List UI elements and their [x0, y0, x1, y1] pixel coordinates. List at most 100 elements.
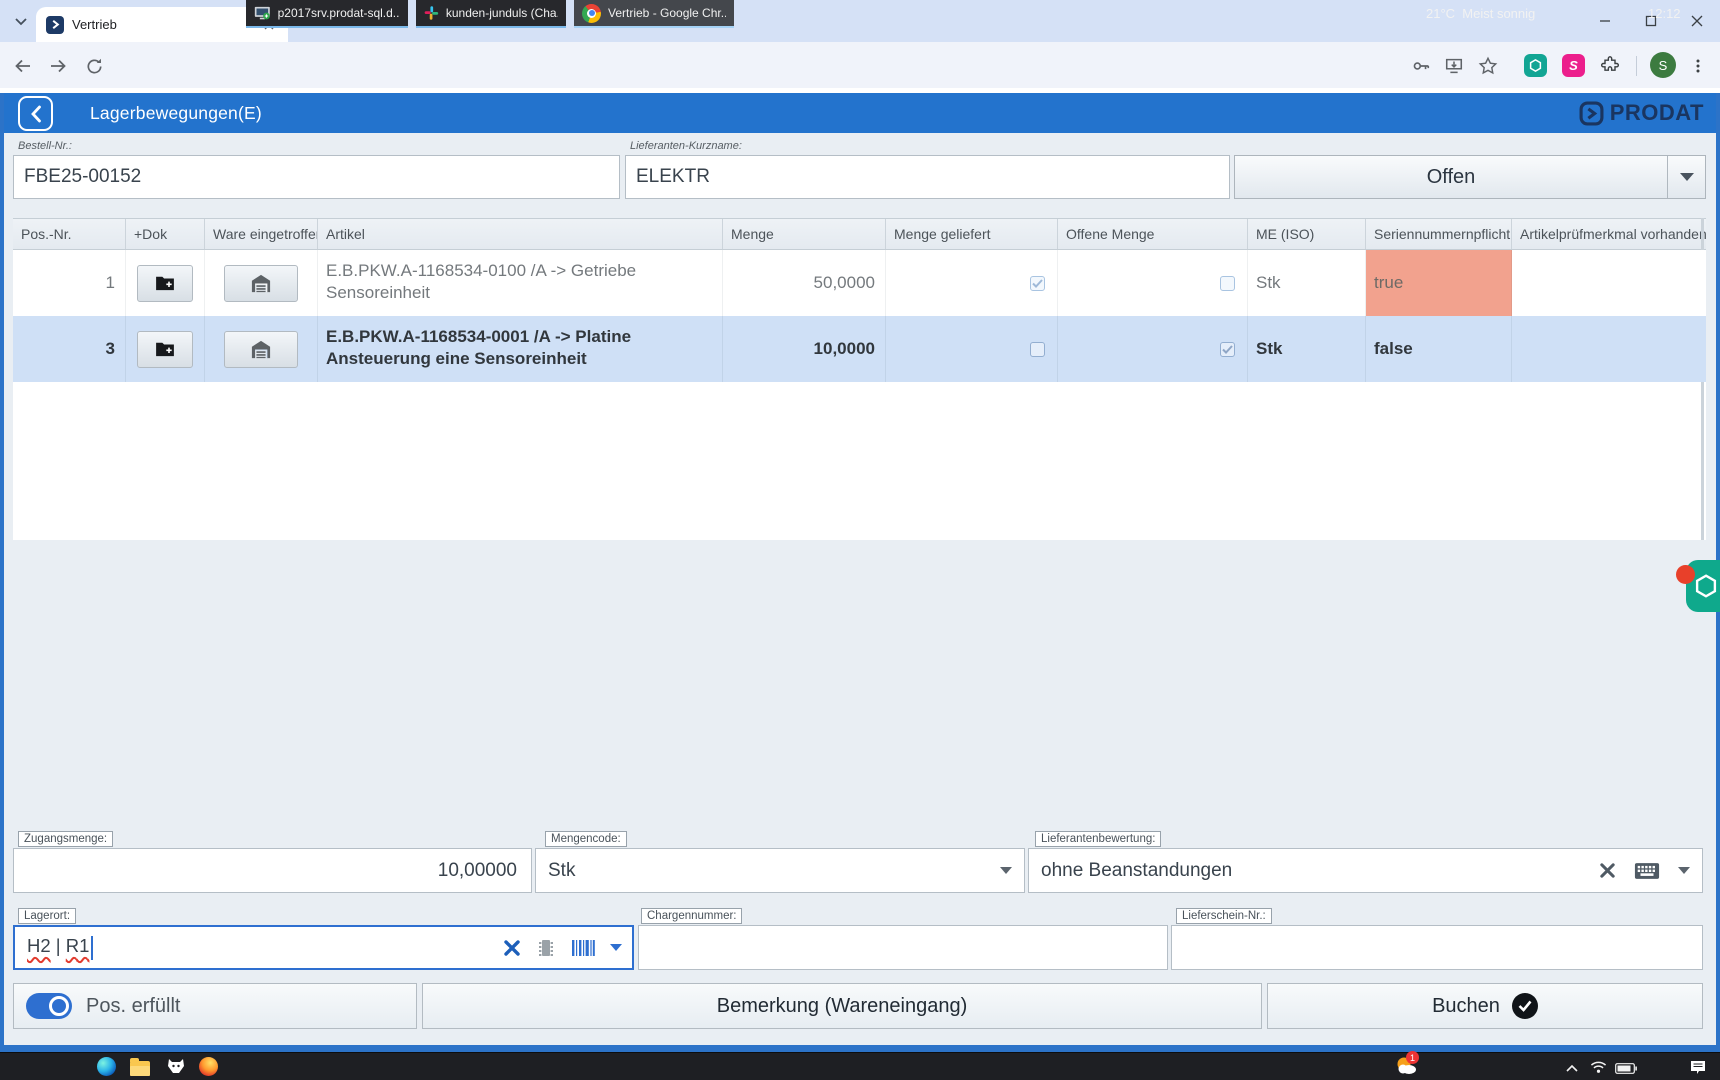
clear-icon[interactable]	[1599, 862, 1616, 879]
lieferantenbewertung-combo[interactable]: ohne Beanstandungen	[1028, 848, 1703, 893]
weather-condition: Meist sonnig	[1462, 6, 1535, 21]
buchen-button[interactable]: Buchen	[1267, 983, 1703, 1029]
lagerort-input[interactable]: H2 | R1	[13, 925, 634, 970]
profile-avatar[interactable]: S	[1650, 52, 1676, 78]
temperature: 21°C	[1426, 6, 1455, 21]
mengencode-select[interactable]: Stk	[535, 848, 1025, 893]
minimize-icon[interactable]	[1582, 0, 1628, 42]
bewertung-arrow-icon[interactable]	[1678, 867, 1690, 874]
folder-plus-icon	[155, 341, 175, 357]
keyboard-icon[interactable]	[1634, 862, 1660, 880]
cell-menge: 50,0000	[723, 250, 886, 316]
bemerkung-label: Bemerkung (Wareneingang)	[717, 995, 968, 1018]
cell-offene-menge	[1058, 316, 1248, 382]
password-key-icon[interactable]	[1410, 55, 1432, 77]
lieferschein-input[interactable]	[1171, 925, 1703, 970]
bestell-nr-label: Bestell-Nr.:	[18, 140, 72, 152]
action-center-icon[interactable]	[1688, 1057, 1708, 1077]
clock[interactable]: 12:12	[1648, 0, 1681, 28]
status-value[interactable]: Offen	[1235, 156, 1667, 198]
menu-kebab-icon[interactable]	[1687, 55, 1709, 77]
lagerort-arrow-icon[interactable]	[610, 944, 622, 951]
artikel-line1: E.B.PKW.A-1168534-0001 /A -> Platine	[326, 326, 714, 348]
check-circle-icon	[1512, 993, 1538, 1019]
taskbar-window-chrome[interactable]: Vertrieb - Google Chr...	[574, 0, 734, 28]
extension-pink-icon[interactable]: S	[1562, 54, 1585, 77]
firefox-icon[interactable]	[198, 1056, 218, 1076]
install-app-icon[interactable]	[1443, 55, 1465, 77]
weather-badge: 1	[1406, 1051, 1419, 1064]
bemerkung-button[interactable]: Bemerkung (Wareneingang)	[422, 983, 1262, 1029]
mengencode-arrow-icon[interactable]	[1000, 867, 1012, 874]
text-caret	[91, 936, 93, 960]
extension-pink-letter: S	[1569, 58, 1578, 73]
forward-icon[interactable]	[45, 53, 71, 79]
col-artikel: Artikel	[318, 219, 723, 249]
wifi-icon[interactable]	[1588, 1057, 1608, 1077]
tab-search-icon[interactable]	[8, 9, 34, 35]
taskbar-window-rdp[interactable]: p2017srv.prodat-sql.d...	[246, 0, 408, 28]
chip-icon[interactable]	[536, 937, 556, 959]
battery-icon[interactable]	[1614, 1058, 1638, 1078]
lieferschein-label: Lieferschein-Nr.:	[1176, 908, 1272, 924]
ware-eingetroffen-button[interactable]	[224, 331, 298, 368]
tab-title: Vertrieb	[72, 17, 252, 32]
windows-taskbar	[0, 1052, 1720, 1080]
pos-erfuellt-toggle[interactable]	[26, 993, 72, 1019]
chargennummer-input[interactable]	[638, 925, 1168, 970]
menge-geliefert-checkbox[interactable]	[1030, 342, 1045, 357]
warehouse-icon	[250, 339, 272, 359]
chevron-left-icon	[29, 105, 43, 123]
close-icon[interactable]	[1674, 0, 1720, 42]
reload-icon[interactable]	[81, 53, 107, 79]
zugangsmenge-label: Zugangsmenge:	[18, 831, 113, 847]
add-document-button[interactable]	[137, 331, 193, 368]
avatar-initial: S	[1659, 58, 1668, 73]
extensions-puzzle-icon[interactable]	[1599, 55, 1621, 77]
status-dropdown-arrow-icon[interactable]	[1667, 156, 1705, 198]
zugangsmenge-input[interactable]: 10,00000	[13, 848, 532, 893]
lieferantenbewertung-label: Lieferantenbewertung:	[1035, 831, 1161, 847]
edge-icon[interactable]	[96, 1056, 116, 1076]
table-row[interactable]: 1 E.B.PKW.A-1168534-0100 /A -> Getriebe …	[13, 250, 1706, 316]
taskbar-window-slack[interactable]: kunden-junduls (Cha...	[416, 0, 566, 28]
app-back-button[interactable]	[18, 96, 53, 131]
prodat-logo: PRODAT	[1579, 100, 1704, 126]
menge-geliefert-checkbox[interactable]	[1030, 276, 1045, 291]
bestell-nr-input[interactable]: FBE25-00152	[13, 155, 620, 199]
table-row-selected[interactable]: 3 E.B.PKW.A-1168534-0001 /A -> Platine A…	[13, 316, 1706, 382]
cell-ware	[205, 316, 318, 382]
extension-teal-icon[interactable]	[1524, 54, 1547, 77]
cell-artikel: E.B.PKW.A-1168534-0001 /A -> Platine Ans…	[318, 316, 723, 382]
ware-eingetroffen-button[interactable]	[224, 265, 298, 302]
taskbar-window-label: kunden-junduls (Cha...	[446, 6, 558, 20]
lieferant-label: Lieferanten-Kurzname:	[630, 140, 742, 152]
white-animal-icon[interactable]	[166, 1056, 186, 1076]
chargennummer-label: Chargennummer:	[641, 908, 742, 924]
col-dok: +Dok	[126, 219, 205, 249]
cell-menge: 10,0000	[723, 316, 886, 382]
status-dropdown[interactable]: Offen	[1234, 155, 1706, 199]
artikel-line2: Ansteuerung eine Sensoreinheit	[326, 348, 714, 370]
bestell-nr-value: FBE25-00152	[14, 166, 141, 188]
tray-weather-text[interactable]: 21°C Meist sonnig	[1426, 0, 1535, 28]
warehouse-icon	[250, 273, 272, 293]
file-explorer-icon[interactable]	[130, 1058, 150, 1078]
col-seriennummernpflicht: Seriennummernpflicht	[1366, 219, 1512, 249]
folder-plus-icon	[155, 275, 175, 291]
clear-icon[interactable]	[503, 939, 521, 957]
prodat-logo-text: PRODAT	[1610, 100, 1704, 126]
add-document-button[interactable]	[137, 265, 193, 302]
lieferant-input[interactable]: ELEKTR	[625, 155, 1230, 199]
cell-pruefmerkmal	[1512, 250, 1706, 316]
bookmark-star-icon[interactable]	[1477, 55, 1499, 77]
offene-menge-checkbox[interactable]	[1220, 276, 1235, 291]
hidden-icons-chevron-icon[interactable]	[1562, 1058, 1582, 1078]
barcode-icon[interactable]	[571, 939, 595, 957]
prodat-logo-icon	[1579, 101, 1604, 126]
offene-menge-checkbox[interactable]	[1220, 342, 1235, 357]
col-artikelpruefmerkmal: Artikelprüfmerkmal vorhanden	[1512, 219, 1706, 249]
table-header: Pos.-Nr. +Dok Ware eingetroffer Artikel …	[13, 218, 1706, 250]
cell-ware	[205, 250, 318, 316]
back-icon[interactable]	[10, 53, 36, 79]
